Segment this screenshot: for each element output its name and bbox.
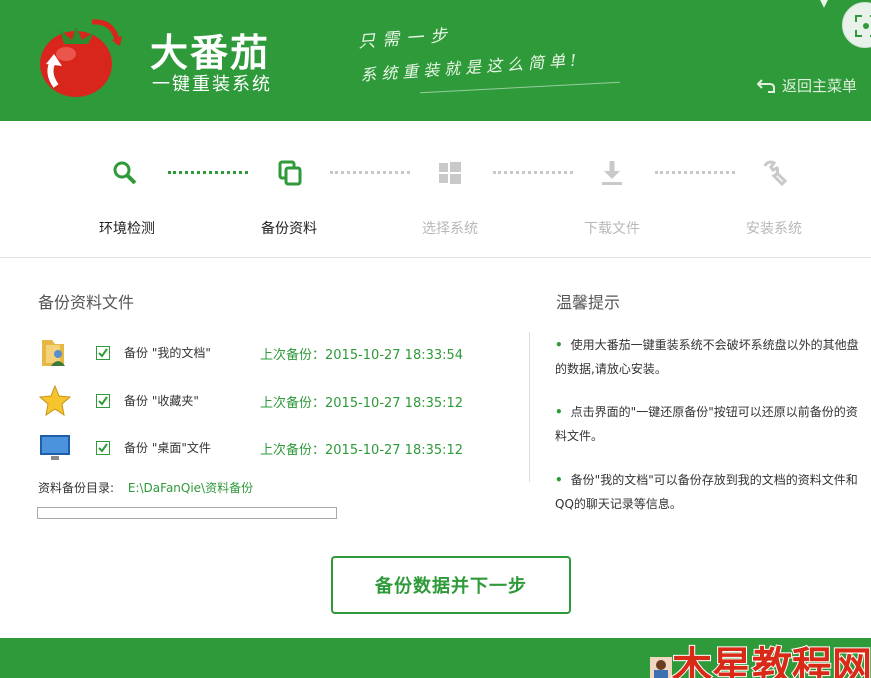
checkmark-icon (98, 396, 108, 406)
slogan-line-1: 只需一步 (357, 25, 455, 53)
back-to-main-menu-link[interactable]: 返回主菜单 (756, 75, 857, 96)
watermark-text: 木星教程网 (671, 643, 871, 678)
download-icon (598, 159, 626, 187)
backup-directory-path[interactable]: E:\DaFanQie\资料备份 (128, 481, 253, 495)
backup-desktop-last-time: 上次备份：2015-10-27 18:35:12 (260, 443, 464, 458)
scan-button[interactable] (842, 2, 871, 48)
backup-and-next-button[interactable]: 备份数据并下一步 (331, 556, 571, 614)
tip-text: 备份"我的文档"可以备份存放到我的文档的资料文件和QQ的聊天记录等信息。 (555, 473, 858, 511)
backup-favorites-label: 备份 "收藏夹" (124, 394, 199, 408)
step-label-download: 下载文件 (584, 221, 640, 237)
copy-icon (276, 159, 304, 187)
tip-text: 点击界面的"一键还原备份"按钮可以还原以前备份的资料文件。 (555, 405, 858, 443)
checkmark-icon (98, 348, 108, 358)
desktop-monitor-icon (40, 435, 70, 460)
backup-row-documents: 备份 "我的文档" 上次备份：2015-10-27 18:33:54 (38, 336, 508, 370)
backup-desktop-label: 备份 "桌面"文件 (124, 441, 211, 455)
backup-favorites-checkbox[interactable] (96, 394, 110, 408)
search-icon (111, 159, 139, 187)
step-connector (168, 171, 248, 174)
step-connector (330, 171, 410, 174)
app-header: 大番茄 一键重装系统 只需一步 系统重装就是这么简单! ▼ 返回主菜单 (0, 0, 871, 121)
backup-row-favorites: 备份 "收藏夹" 上次备份：2015-10-27 18:35:12 (38, 384, 508, 418)
step-connector (493, 171, 573, 174)
step-label-env-check: 环境检测 (99, 221, 155, 237)
step-label-install: 安装系统 (746, 221, 802, 237)
scan-icon (855, 15, 871, 37)
backup-documents-checkbox[interactable] (96, 346, 110, 360)
backup-directory: 资料备份目录: E:\DaFanQie\资料备份 (38, 479, 253, 496)
watermark-avatar-icon (650, 657, 672, 678)
backup-progress-bar (37, 507, 337, 519)
backup-desktop-checkbox[interactable] (96, 441, 110, 455)
documents-folder-icon (42, 340, 65, 366)
backup-directory-label: 资料备份目录: (38, 481, 115, 495)
backup-documents-label: 备份 "我的文档" (124, 346, 211, 360)
windows-icon (436, 159, 464, 187)
slogan-line-2: 系统重装就是这么简单! (359, 50, 582, 85)
bullet-icon: • (555, 338, 563, 352)
tip-item: • 使用大番茄一键重装系统不会破坏系统盘以外的其他盘的数据,请放心安装。 (555, 333, 860, 381)
backup-documents-last-time: 上次备份：2015-10-27 18:33:54 (260, 348, 464, 363)
tip-item: • 点击界面的"一键还原备份"按钮可以还原以前备份的资料文件。 (555, 400, 860, 448)
steps-bar: 环境检测 备份资料 选择系统 下载文件 安装系统 (0, 121, 871, 258)
back-arrow-icon (756, 78, 775, 93)
slogan-underline (420, 81, 620, 94)
checkmark-icon (98, 443, 108, 453)
backup-favorites-last-time: 上次备份：2015-10-27 18:35:12 (260, 396, 464, 411)
brand-subtitle: 一键重装系统 (152, 74, 272, 95)
favorites-star-icon (38, 384, 72, 417)
tip-item: • 备份"我的文档"可以备份存放到我的文档的资料文件和QQ的聊天记录等信息。 (555, 468, 860, 516)
bullet-icon: • (555, 405, 563, 419)
backup-row-desktop: 备份 "桌面"文件 上次备份：2015-10-27 18:35:12 (38, 431, 508, 465)
wrench-icon (760, 159, 788, 187)
section-divider (529, 332, 530, 482)
step-label-backup: 备份资料 (261, 221, 317, 237)
tip-text: 使用大番茄一键重装系统不会破坏系统盘以外的其他盘的数据,请放心安装。 (555, 338, 859, 376)
back-label: 返回主菜单 (782, 77, 858, 95)
backup-section-title: 备份资料文件 (38, 293, 135, 312)
step-connector (655, 171, 735, 174)
bullet-icon: • (555, 473, 563, 487)
tomato-logo-icon (40, 19, 122, 97)
brand-title: 大番茄 (150, 31, 271, 75)
tips-title: 温馨提示 (556, 293, 621, 312)
step-label-select-system: 选择系统 (422, 221, 478, 237)
minimize-arrow-icon[interactable]: ▼ (815, 0, 833, 12)
